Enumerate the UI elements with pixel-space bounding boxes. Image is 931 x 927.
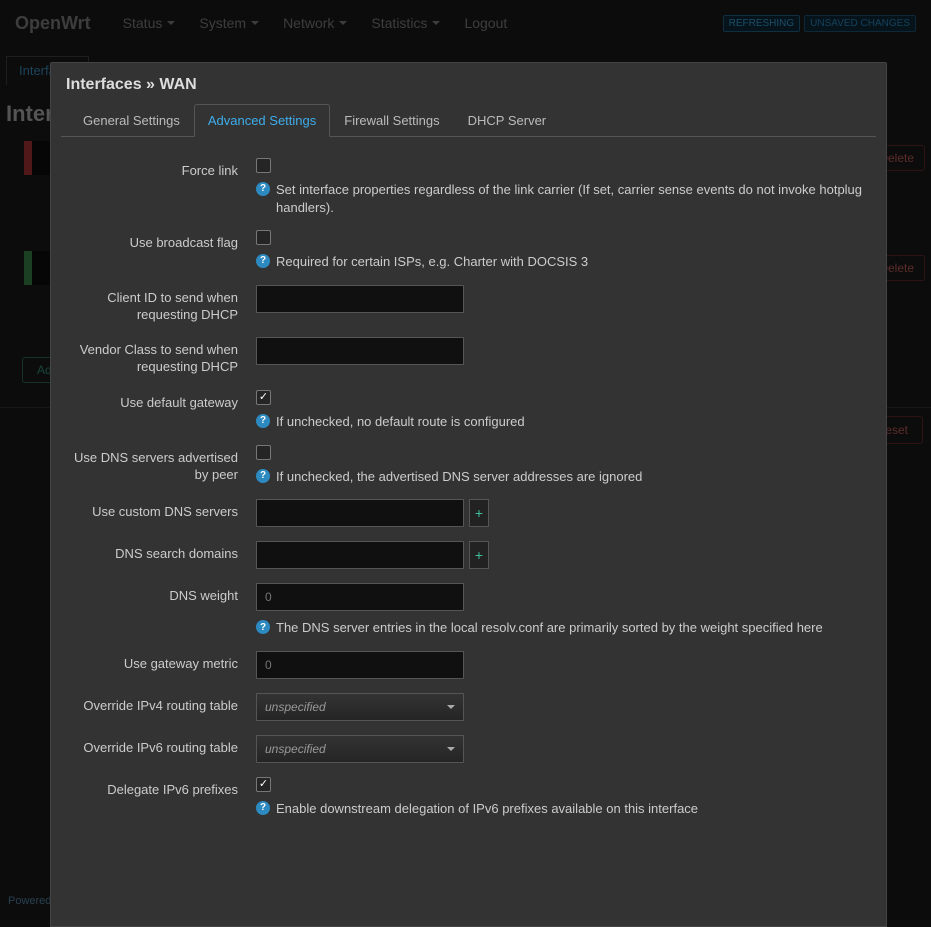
label-ipv6-table: Override IPv6 routing table xyxy=(61,735,256,757)
modal-tabs: General Settings Advanced Settings Firew… xyxy=(61,104,876,137)
input-dns-weight[interactable] xyxy=(256,583,464,611)
modal-interfaces-wan: Interfaces » WAN General Settings Advanc… xyxy=(50,62,887,927)
tab-dhcp-server[interactable]: DHCP Server xyxy=(454,104,561,137)
checkbox-use-broadcast[interactable] xyxy=(256,230,271,245)
help-icon: ? xyxy=(256,801,270,815)
tab-general-settings[interactable]: General Settings xyxy=(69,104,194,137)
label-peer-dns: Use DNS servers advertised by peer xyxy=(61,445,256,484)
help-text: If unchecked, the advertised DNS server … xyxy=(276,468,642,486)
label-custom-dns: Use custom DNS servers xyxy=(61,499,256,521)
tab-advanced-settings[interactable]: Advanced Settings xyxy=(194,104,330,137)
help-text: Required for certain ISPs, e.g. Charter … xyxy=(276,253,588,271)
chevron-down-icon xyxy=(447,747,455,751)
label-use-broadcast: Use broadcast flag xyxy=(61,230,256,252)
add-button[interactable]: + xyxy=(469,541,489,569)
help-text: Enable downstream delegation of IPv6 pre… xyxy=(276,800,698,818)
input-client-id[interactable] xyxy=(256,285,464,313)
label-force-link: Force link xyxy=(61,158,256,180)
input-custom-dns[interactable] xyxy=(256,499,464,527)
checkbox-force-link[interactable] xyxy=(256,158,271,173)
checkbox-default-gateway[interactable] xyxy=(256,390,271,405)
label-dns-weight: DNS weight xyxy=(61,583,256,605)
select-ipv4-table[interactable]: unspecified xyxy=(256,693,464,721)
help-text: Set interface properties regardless of t… xyxy=(276,181,866,216)
help-text: The DNS server entries in the local reso… xyxy=(276,619,823,637)
label-gateway-metric: Use gateway metric xyxy=(61,651,256,673)
input-dns-search[interactable] xyxy=(256,541,464,569)
input-gateway-metric[interactable] xyxy=(256,651,464,679)
help-icon: ? xyxy=(256,469,270,483)
label-vendor-class: Vendor Class to send when requesting DHC… xyxy=(61,337,256,376)
help-icon: ? xyxy=(256,414,270,428)
help-text: If unchecked, no default route is config… xyxy=(276,413,525,431)
tab-firewall-settings[interactable]: Firewall Settings xyxy=(330,104,453,137)
input-vendor-class[interactable] xyxy=(256,337,464,365)
checkbox-peer-dns[interactable] xyxy=(256,445,271,460)
label-ipv4-table: Override IPv4 routing table xyxy=(61,693,256,715)
help-icon: ? xyxy=(256,254,270,268)
select-ipv6-table[interactable]: unspecified xyxy=(256,735,464,763)
help-icon: ? xyxy=(256,182,270,196)
label-delegate-ipv6: Delegate IPv6 prefixes xyxy=(61,777,256,799)
checkbox-delegate-ipv6[interactable] xyxy=(256,777,271,792)
label-default-gateway: Use default gateway xyxy=(61,390,256,412)
label-dns-search: DNS search domains xyxy=(61,541,256,563)
modal-title: Interfaces » WAN xyxy=(51,63,886,104)
add-button[interactable]: + xyxy=(469,499,489,527)
label-client-id: Client ID to send when requesting DHCP xyxy=(61,285,256,324)
chevron-down-icon xyxy=(447,705,455,709)
modal-body[interactable]: Force link ? Set interface properties reg… xyxy=(51,141,886,926)
help-icon: ? xyxy=(256,620,270,634)
